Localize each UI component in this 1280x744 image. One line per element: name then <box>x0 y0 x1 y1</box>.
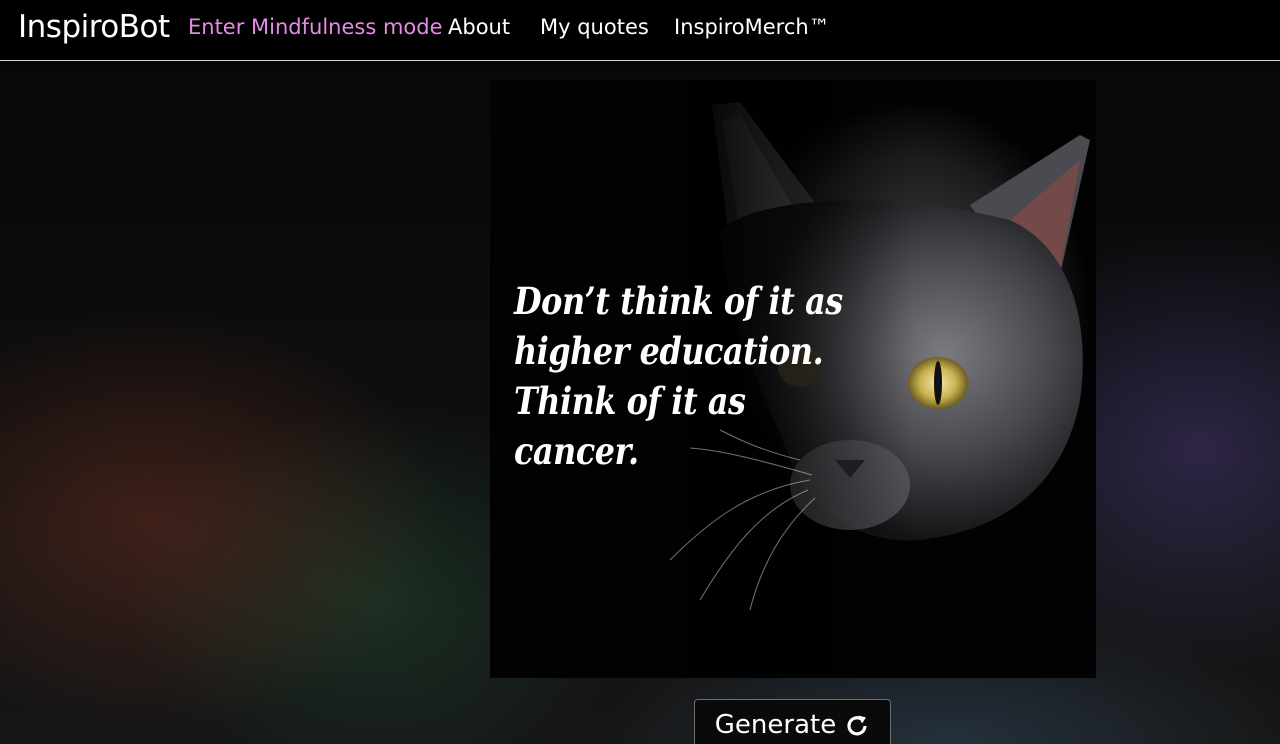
nav-about[interactable]: About <box>448 15 510 39</box>
generate-label: Generate <box>714 710 837 740</box>
generate-button[interactable]: Generate <box>694 699 891 744</box>
quote-image: Don’t think of it as higher education. T… <box>490 80 1096 678</box>
quote-line: Don’t think of it as <box>514 279 843 323</box>
page: InspiroBot Enter Mindfulness mode About … <box>0 0 1280 744</box>
brand-logo[interactable]: InspiroBot <box>18 9 170 45</box>
quote-line: higher education. <box>514 329 824 373</box>
nav-my-quotes[interactable]: My quotes <box>540 15 649 39</box>
quote-line: Think of it as <box>514 379 746 423</box>
nav-mindfulness-mode[interactable]: Enter Mindfulness mode <box>188 15 443 39</box>
top-navbar: InspiroBot Enter Mindfulness mode About … <box>0 0 1280 61</box>
quote-text: Don’t think of it as higher education. T… <box>514 276 843 476</box>
quote-line: cancer. <box>514 429 639 473</box>
refresh-icon <box>847 715 867 736</box>
nav-inspiromerch[interactable]: InspiroMerch™ <box>674 15 830 39</box>
